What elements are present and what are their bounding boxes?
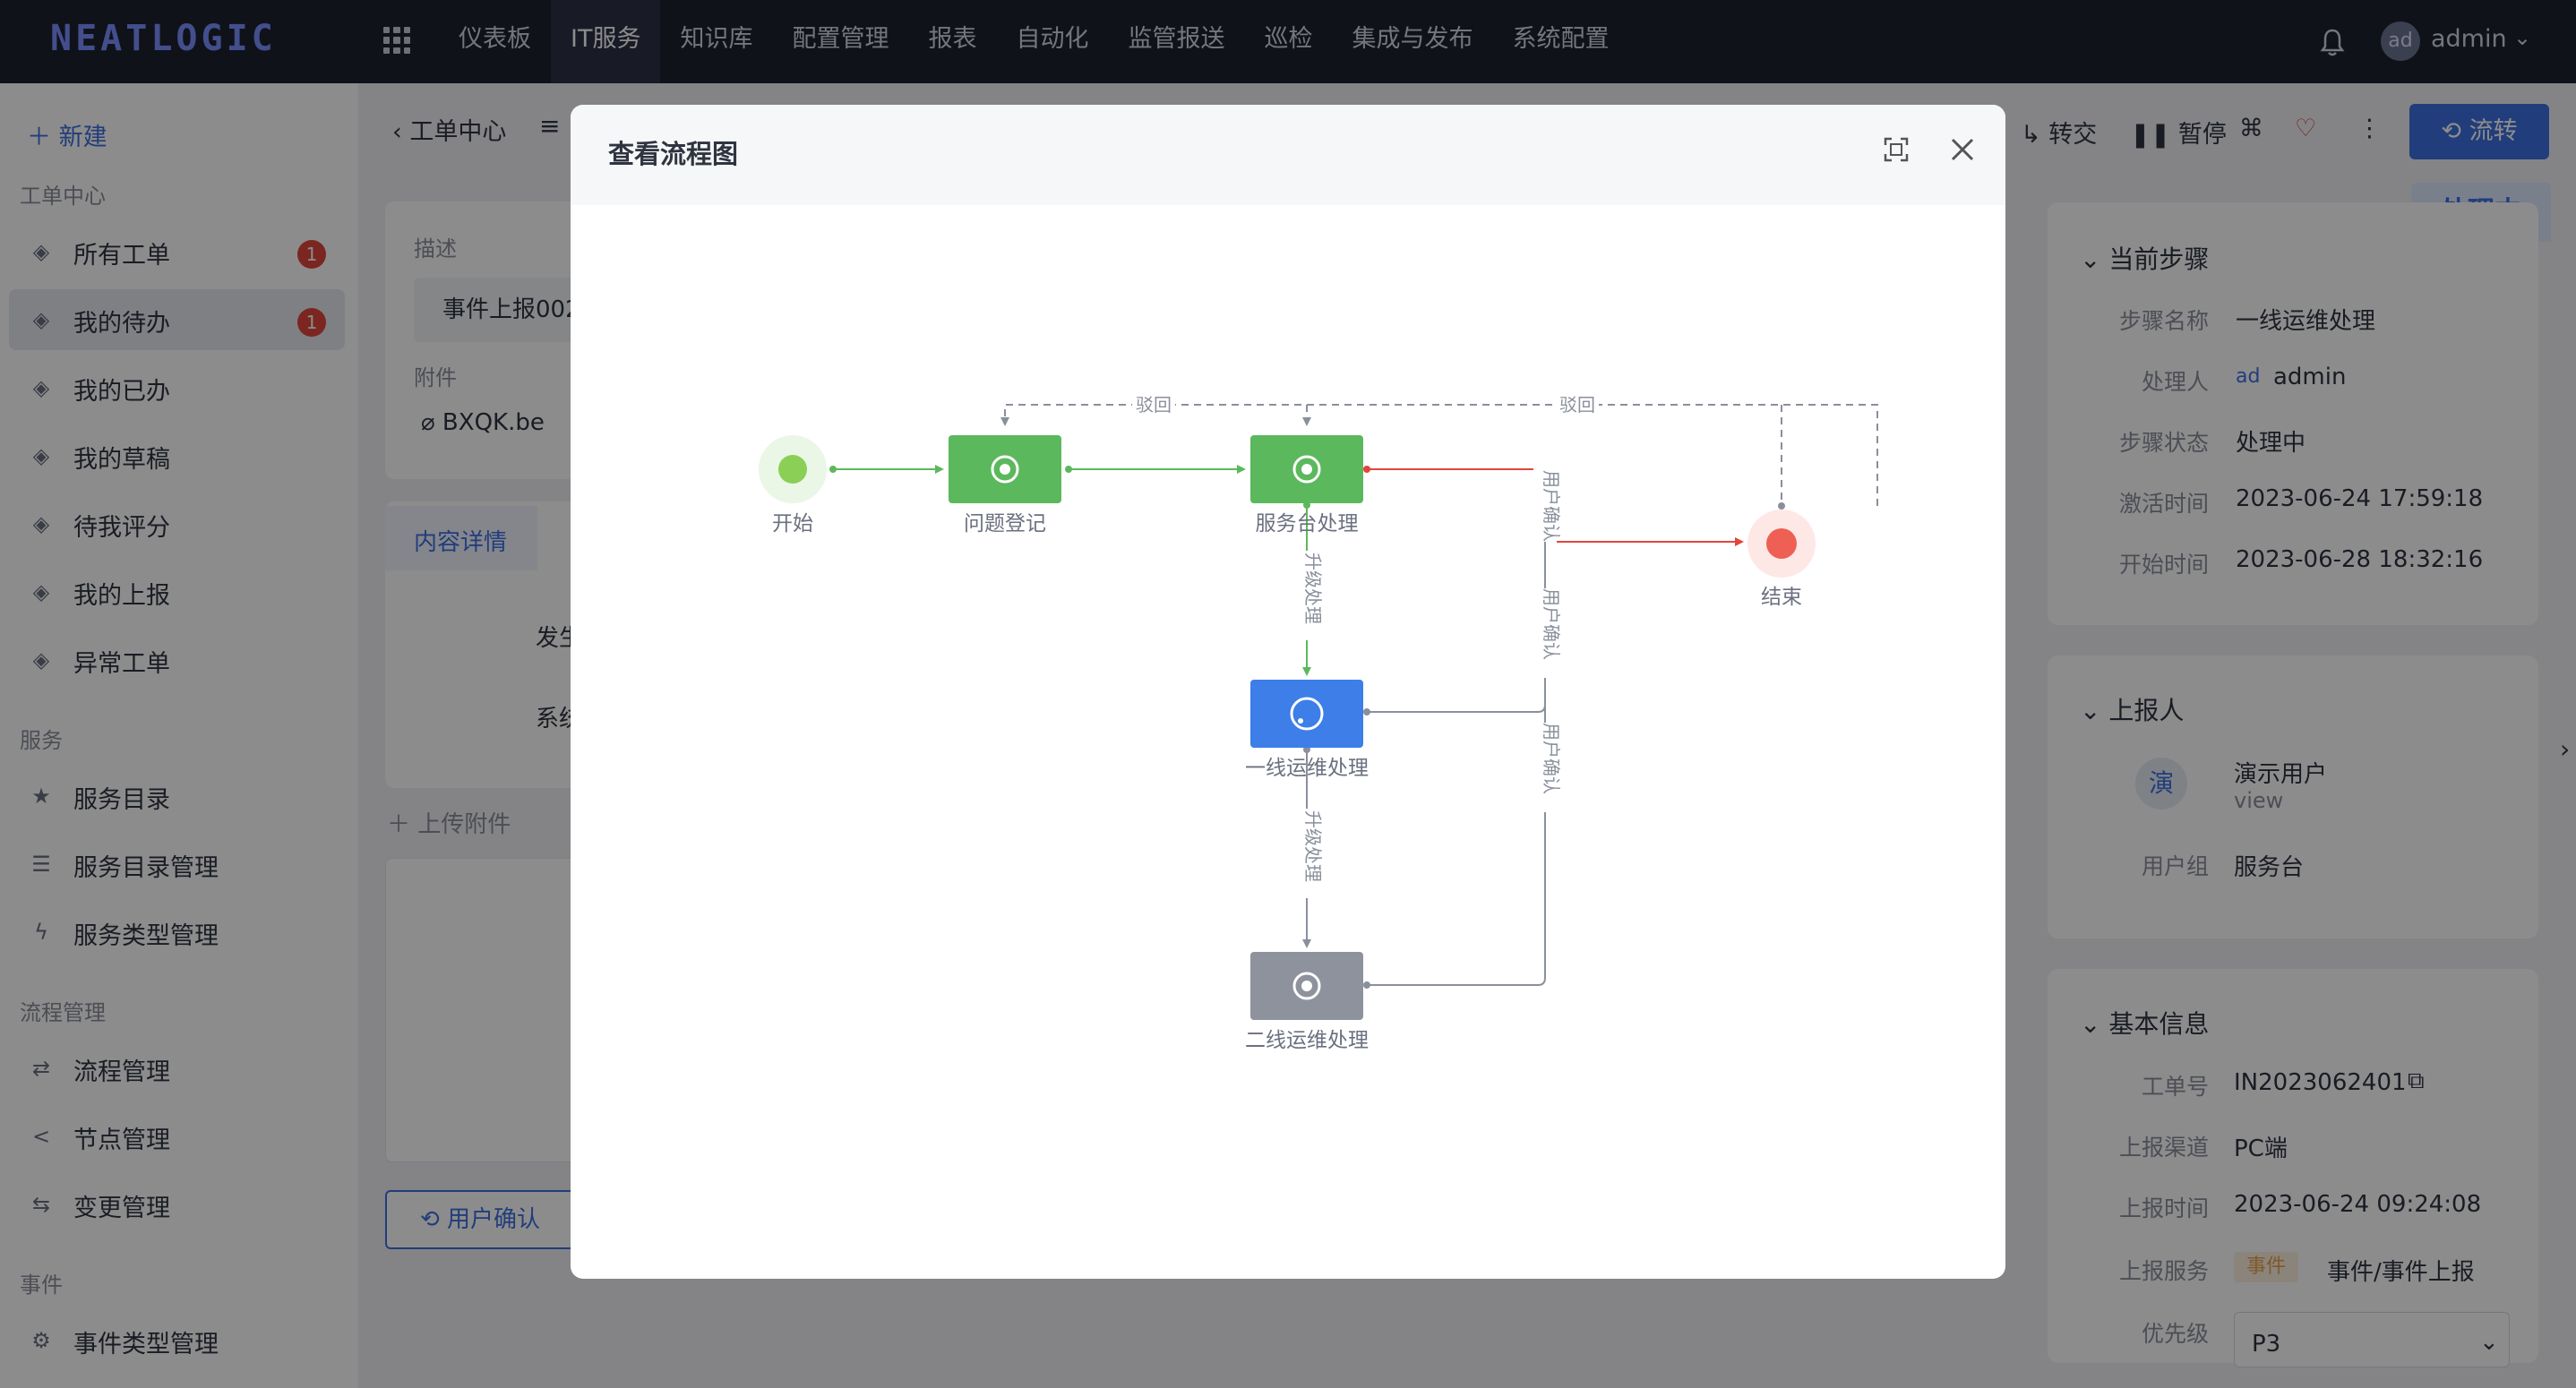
node-icon [1298,718,1303,724]
start-node-label: 开始 [772,512,813,535]
node-icon [1301,464,1312,475]
edge-dot [829,466,837,473]
user-confirm-label: 用户确认 [1541,470,1562,542]
user-confirm-label: 用户确认 [1541,723,1562,794]
register-node-label: 问题登记 [964,512,1046,535]
escalate-label: 升级处理 [1302,553,1324,624]
edge-dot [1363,708,1370,715]
edge-dot [1778,502,1785,510]
first-line-node[interactable] [1250,680,1363,748]
end-node[interactable] [1766,528,1797,559]
first-line-node-label: 一线运维处理 [1245,757,1369,780]
node-icon [1000,464,1010,475]
edge-firstline-end [1367,542,1546,713]
reject-label: 驳回 [1136,394,1172,416]
start-node[interactable] [778,455,807,484]
node-icon [1301,981,1312,991]
edge-secondline-end [1367,705,1546,986]
edge-dot [1363,981,1370,989]
edge-dot [1363,466,1370,473]
escalate-label: 升级处理 [1302,810,1324,882]
reject-label: 驳回 [1559,394,1595,416]
second-line-node-label: 二线运维处理 [1245,1029,1369,1052]
user-confirm-label: 用户确认 [1541,588,1562,660]
flow-chart-modal: 查看流程图 驳回 驳回 用户确认 用户确认 用户确认 升级处理 升级处理 开始 … [571,105,2005,1279]
service-desk-node-label: 服务台处理 [1256,512,1359,535]
flow-diagram: 驳回 驳回 用户确认 用户确认 用户确认 升级处理 升级处理 开始 问题登记 服… [759,393,1878,1052]
edge-dot [1065,466,1072,473]
reject-edge-to-register [1000,404,1878,506]
end-node-label: 结束 [1761,586,1802,609]
